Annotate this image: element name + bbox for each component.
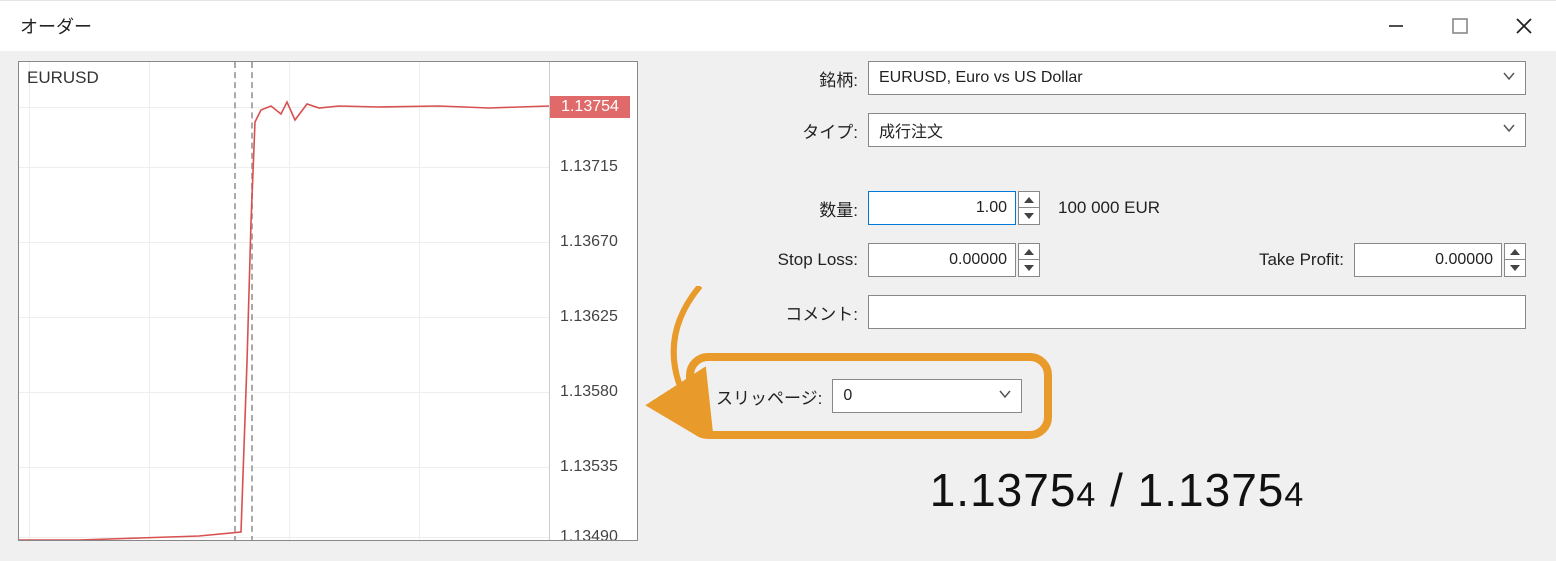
- symbol-select[interactable]: EURUSD, Euro vs US Dollar: [868, 61, 1526, 95]
- ask-sub: 4: [1284, 476, 1304, 514]
- slippage-label: スリッページ:: [716, 384, 832, 409]
- ask-main: 1.1375: [1138, 464, 1285, 516]
- volume-suffix: 100 000 EUR: [1058, 198, 1160, 218]
- take-profit-label: Take Profit:: [1259, 250, 1354, 270]
- volume-input[interactable]: 1.00: [868, 191, 1016, 225]
- stop-loss-input[interactable]: 0.00000: [868, 243, 1016, 277]
- title-bar: オーダー: [0, 1, 1556, 51]
- y-tick: 1.13490: [560, 528, 618, 541]
- close-button[interactable]: [1492, 1, 1556, 51]
- stop-loss-label: Stop Loss:: [708, 250, 868, 270]
- price-line: [19, 62, 549, 541]
- chevron-down-icon: [1503, 69, 1515, 87]
- chart-panel: EURUSD 1.13754 1.13715 1.13670 1.13625 1…: [18, 61, 638, 541]
- bid-main: 1.1375: [930, 464, 1077, 516]
- symbol-value: EURUSD, Euro vs US Dollar: [879, 69, 1083, 87]
- chart-y-axis: 1.13754 1.13715 1.13670 1.13625 1.13580 …: [549, 62, 638, 540]
- y-tick: 1.13625: [560, 308, 618, 326]
- take-profit-input[interactable]: 0.00000: [1354, 243, 1502, 277]
- step-up-icon[interactable]: [1018, 243, 1040, 260]
- symbol-label: 銘柄:: [708, 66, 868, 91]
- type-label: タイプ:: [708, 118, 868, 143]
- step-up-icon[interactable]: [1504, 243, 1526, 260]
- y-tick: 1.13535: [560, 458, 618, 476]
- y-tick: 1.13715: [560, 158, 618, 176]
- slippage-select[interactable]: 0: [832, 379, 1022, 413]
- order-form: 銘柄: EURUSD, Euro vs US Dollar タイプ: 成行注文 …: [638, 61, 1556, 561]
- current-price-tag: 1.13754: [550, 96, 630, 118]
- y-tick: 1.13670: [560, 233, 618, 251]
- step-down-icon[interactable]: [1504, 260, 1526, 277]
- step-up-icon[interactable]: [1018, 191, 1040, 208]
- volume-stepper[interactable]: [1018, 191, 1040, 225]
- chevron-down-icon: [999, 387, 1011, 405]
- volume-label: 数量:: [708, 196, 868, 221]
- slippage-highlight: スリッページ: 0: [686, 353, 1052, 439]
- take-profit-stepper[interactable]: [1504, 243, 1526, 277]
- minimize-button[interactable]: [1364, 1, 1428, 51]
- comment-input[interactable]: [868, 295, 1526, 329]
- chart-symbol-label: EURUSD: [27, 68, 99, 88]
- y-tick: 1.13580: [560, 383, 618, 401]
- step-down-icon[interactable]: [1018, 260, 1040, 277]
- maximize-button[interactable]: [1428, 1, 1492, 51]
- chart-area[interactable]: EURUSD: [19, 62, 549, 541]
- window-title: オーダー: [20, 13, 92, 39]
- bid-sub: 4: [1076, 476, 1096, 514]
- price-separator: /: [1096, 464, 1137, 516]
- slippage-value: 0: [843, 387, 852, 405]
- window-controls: [1364, 1, 1556, 51]
- chevron-down-icon: [1503, 121, 1515, 139]
- order-type-select[interactable]: 成行注文: [868, 113, 1526, 147]
- stop-loss-stepper[interactable]: [1018, 243, 1040, 277]
- step-down-icon[interactable]: [1018, 208, 1040, 225]
- type-value: 成行注文: [879, 118, 943, 142]
- price-display: 1.13754 / 1.13754: [708, 463, 1526, 517]
